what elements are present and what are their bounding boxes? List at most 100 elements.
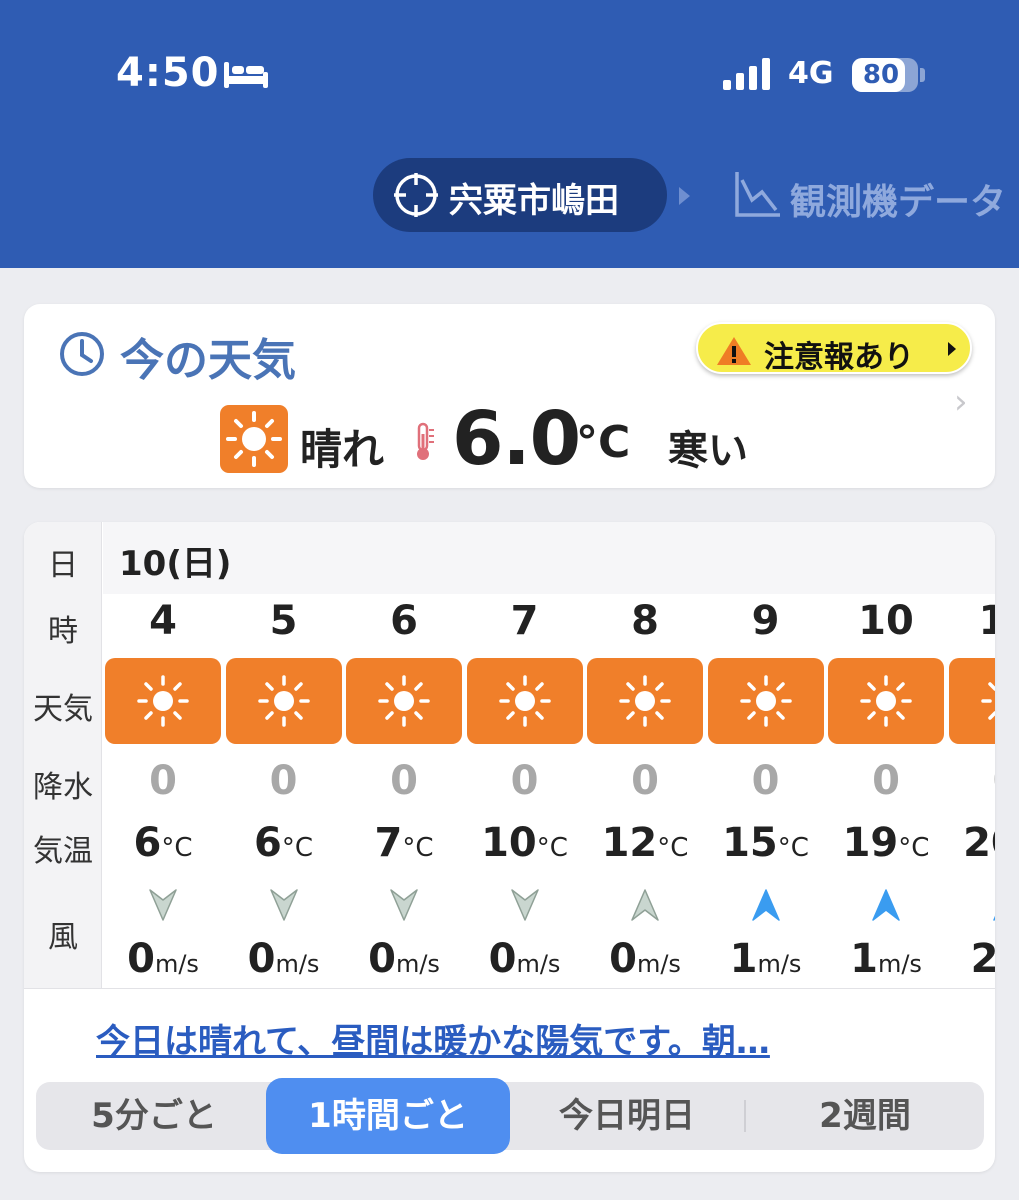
- app-header: 4:50 4G 80 宍粟市嶋田 観測機データ: [0, 0, 1019, 268]
- wind-speed-value: 2m/s: [947, 936, 995, 982]
- line-chart-icon: [735, 172, 780, 217]
- wind-number: 0: [247, 936, 276, 982]
- wind-unit: m/s: [516, 950, 561, 978]
- weather-tile: [466, 658, 583, 744]
- wind-speed-value: 0m/s: [585, 936, 705, 982]
- crosshair-icon: [394, 173, 438, 217]
- weather-tile: [105, 658, 221, 744]
- current-weather-card[interactable]: 今の天気 注意報あり › 晴れ 6.0 °C 寒い: [24, 304, 995, 488]
- wind-unit: m/s: [154, 950, 199, 978]
- hour-column: 6 0 7°C 0m/s: [344, 594, 464, 988]
- temp-number: 12: [601, 820, 658, 866]
- hour-label: 11: [978, 598, 995, 644]
- battery-icon: 80: [852, 58, 918, 92]
- wind-number: 0: [127, 936, 155, 982]
- alert-label: 注意報あり: [764, 340, 914, 375]
- hourly-forecast-card: 日 時 天気 降水 気温 風 10(日) 4 0 6°C 0m/s 5 0 6°C 0m/s 6…: [24, 522, 995, 1172]
- wind-unit: m/s: [757, 950, 802, 978]
- temp-number: 19: [842, 820, 899, 866]
- segment-5min[interactable]: 5分ごと: [36, 1082, 272, 1150]
- wind-speed-value: 0m/s: [465, 936, 585, 982]
- current-temperature: 6.0: [452, 396, 581, 482]
- temp-unit: °C: [281, 833, 313, 863]
- precip-value: 0: [149, 758, 177, 804]
- wind-speed-value: 1m/s: [706, 936, 826, 982]
- hour-column: 11 0 20°C 2m/s: [947, 594, 995, 988]
- row-labels: 日 時 天気 降水 気温 風: [24, 522, 102, 988]
- segment-2weeks[interactable]: 2週間: [746, 1082, 984, 1150]
- interval-segmented-control: 5分ごと 1時間ごと 今日明日 2週間: [36, 1078, 984, 1154]
- sun-icon: [257, 675, 310, 727]
- wind-unit: m/s: [636, 950, 681, 978]
- temp-number: 15: [722, 820, 778, 866]
- row-label-weather: 天気: [33, 692, 93, 727]
- wind-speed-value: 1m/s: [826, 936, 946, 982]
- current-weather-title: 今の天気: [120, 335, 296, 386]
- weather-tile: [587, 658, 703, 744]
- precip-value: 0: [510, 758, 539, 804]
- hour-label: 9: [751, 598, 780, 644]
- precip-value: 0: [947, 758, 995, 804]
- temp-value: 12°C: [585, 820, 705, 866]
- sun-icon: [619, 675, 671, 727]
- temp-unit: °C: [898, 833, 930, 863]
- warning-icon: [717, 337, 751, 365]
- wind-number: 2: [970, 936, 995, 982]
- wind-speed-value: 0m/s: [103, 936, 223, 982]
- hour-column: 4 0 6°C 0m/s: [103, 594, 223, 988]
- temp-value: 19°C: [826, 820, 946, 866]
- observation-data-label: 観測機データ: [790, 182, 1007, 220]
- wind-direction-icon: [872, 889, 900, 921]
- temp-unit: °C: [536, 833, 568, 863]
- hour-column: 9 0 15°C 1m/s: [706, 594, 826, 988]
- temperature-unit: °C: [576, 417, 631, 468]
- row-label-precip: 降水: [33, 770, 93, 805]
- chevron-right-icon: ›: [954, 382, 968, 422]
- sun-icon: [980, 682, 995, 720]
- weather-tile: [707, 658, 824, 744]
- battery-nub: [920, 68, 925, 82]
- thermometer-icon: [417, 422, 434, 460]
- network-label: 4G: [788, 56, 834, 91]
- precip-value: 0: [269, 758, 298, 804]
- temp-value: 20°C: [947, 820, 995, 866]
- row-label-day: 日: [48, 548, 78, 583]
- sun-icon: [220, 405, 288, 473]
- wind-number: 0: [368, 936, 396, 982]
- sun-icon: [137, 675, 189, 727]
- precip-value: 0: [631, 758, 659, 804]
- precip-value: 0: [390, 758, 418, 804]
- segment-hourly[interactable]: 1時間ごと: [266, 1078, 510, 1154]
- weather-tile: [948, 658, 995, 744]
- chevron-right-icon: [948, 342, 956, 356]
- hour-label: 6: [390, 598, 418, 644]
- location-selector[interactable]: 宍粟市嶋田: [373, 158, 667, 232]
- temp-unit: °C: [161, 833, 193, 863]
- weather-tile: [225, 658, 342, 744]
- wind-number: 1: [850, 936, 878, 982]
- alert-button[interactable]: 注意報あり: [696, 322, 972, 375]
- wind-speed-value: 0m/s: [344, 936, 464, 982]
- row-label-wind: 風: [48, 920, 78, 955]
- sun-icon: [498, 675, 551, 727]
- temp-number: 6: [254, 820, 282, 866]
- precip-value: 0: [872, 758, 900, 804]
- hour-column: 8 0 12°C 0m/s: [585, 594, 705, 988]
- wind-direction-icon: [390, 889, 418, 921]
- temp-number: 10: [481, 820, 537, 866]
- temp-value: 15°C: [706, 820, 826, 866]
- location-name: 宍粟市嶋田: [449, 181, 619, 221]
- wind-unit: m/s: [275, 950, 320, 978]
- segment-today-tomorrow[interactable]: 今日明日: [510, 1082, 744, 1150]
- temp-value: 7°C: [344, 820, 464, 866]
- wind-unit: m/s: [395, 950, 440, 978]
- sun-icon: [860, 675, 912, 727]
- hour-column: 5 0 6°C 0m/s: [224, 594, 344, 988]
- battery-level: 80: [862, 60, 900, 90]
- hour-label: 8: [631, 598, 659, 644]
- status-time: 4:50: [116, 50, 220, 96]
- hourly-columns[interactable]: 4 0 6°C 0m/s 5 0 6°C 0m/s 6 0 7°C 0m/s 7 0 10°C 0m/s 8 0 1…: [103, 594, 995, 988]
- observation-data-tab[interactable]: 観測機データ: [734, 170, 1019, 220]
- wind-direction-icon: [631, 889, 659, 921]
- forecast-summary-link[interactable]: 今日は晴れて、昼間は暖かな陽気です。朝…: [96, 1014, 926, 1063]
